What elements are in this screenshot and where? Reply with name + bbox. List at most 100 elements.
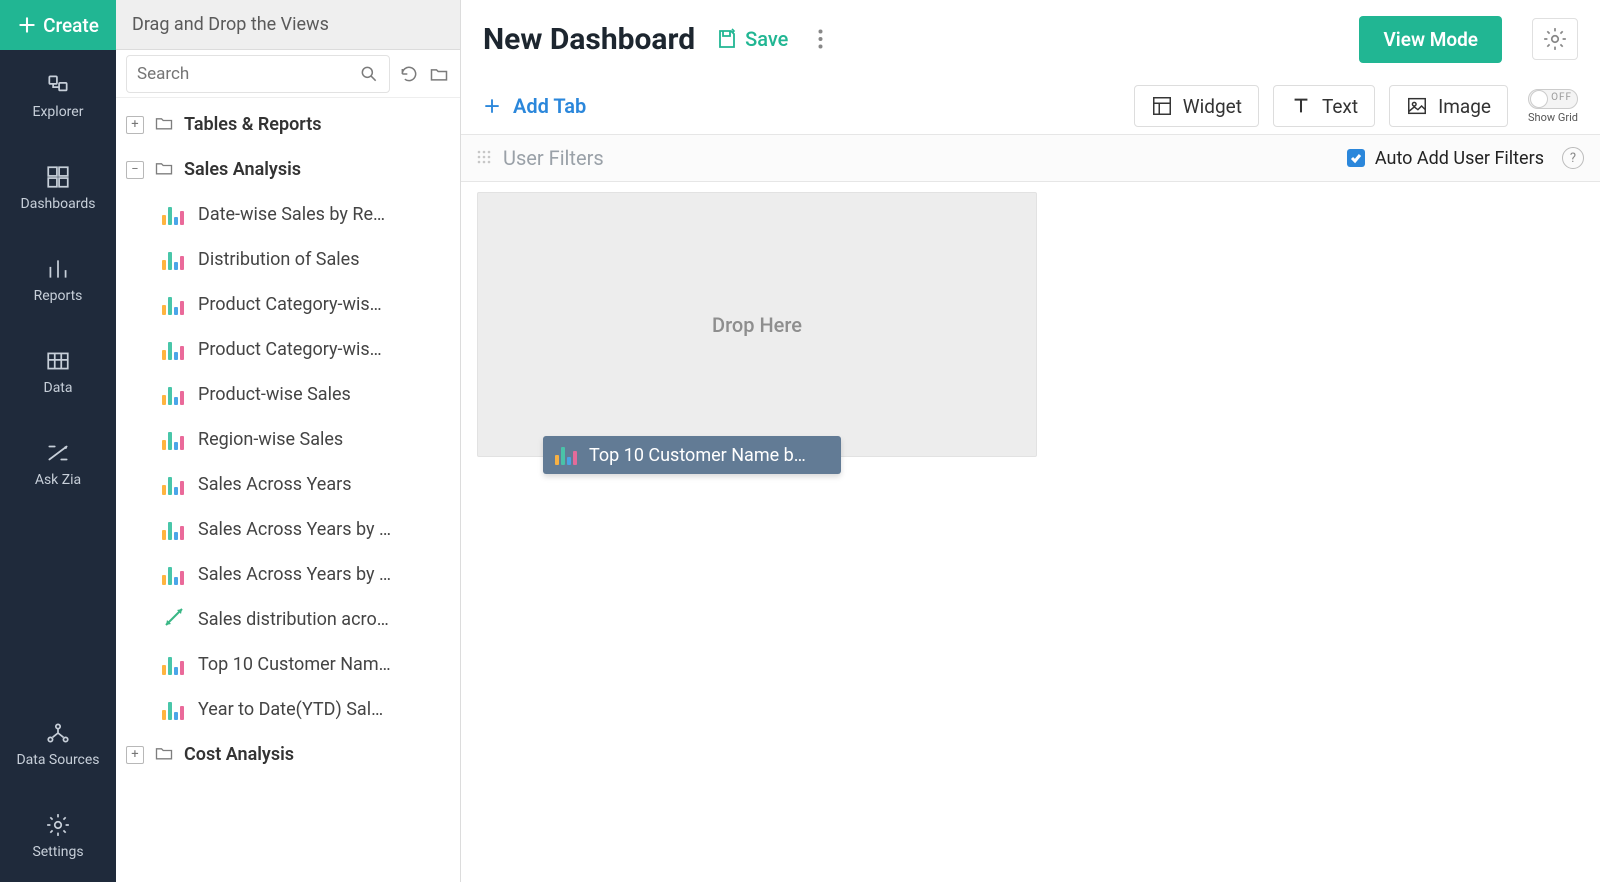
refresh-icon <box>399 64 419 84</box>
chart-icon <box>555 445 579 465</box>
scatter-icon <box>162 605 186 634</box>
tree-folder[interactable]: +Cost Analysis <box>116 732 460 777</box>
widget-label: Widget <box>1183 95 1242 118</box>
tree[interactable]: +Tables & Reports−Sales Analysis Date-wis… <box>116 98 460 882</box>
app-root: Create Explorer Dashboards Reports Data … <box>0 0 1600 882</box>
reports-icon <box>45 256 71 282</box>
search-input-wrap[interactable] <box>126 55 390 93</box>
tree-report-item[interactable]: Product-wise Sales <box>116 372 460 417</box>
explorer-icon <box>45 72 71 98</box>
nav-data[interactable]: Data <box>0 326 116 418</box>
main: New Dashboard Save View Mode Add Tab <box>461 0 1600 882</box>
toggle-knob <box>1530 90 1548 108</box>
nav-rail: Create Explorer Dashboards Reports Data … <box>0 0 116 882</box>
folder-icon <box>429 64 449 84</box>
report-item-label: Product Category-wis… <box>198 339 382 360</box>
plus-icon <box>17 15 37 35</box>
dashboards-icon <box>45 164 71 190</box>
auto-filters-checkbox[interactable] <box>1347 149 1365 167</box>
tree-report-item[interactable]: Region-wise Sales <box>116 417 460 462</box>
report-item-label: Sales Across Years <box>198 474 352 495</box>
help-icon[interactable]: ? <box>1562 147 1584 169</box>
drag-handle-icon[interactable] <box>477 149 491 168</box>
new-folder-button[interactable] <box>428 60 450 88</box>
show-grid-toggle[interactable]: OFF <box>1528 89 1578 109</box>
more-menu-button[interactable] <box>808 27 832 51</box>
tree-report-item[interactable]: Distribution of Sales <box>116 237 460 282</box>
folder-icon <box>154 158 174 182</box>
auto-filters-label: Auto Add User Filters <box>1375 148 1544 169</box>
tree-report-item[interactable]: Top 10 Customer Nam… <box>116 642 460 687</box>
image-icon <box>1406 95 1428 117</box>
tree-report-item[interactable]: Sales Across Years <box>116 462 460 507</box>
chart-icon <box>162 430 186 450</box>
tree-panel: Drag and Drop the Views +Tables & Report… <box>116 0 461 882</box>
text-icon <box>1290 95 1312 117</box>
collapse-icon[interactable]: − <box>126 161 144 179</box>
nav-settings[interactable]: Settings <box>0 790 116 882</box>
nav-data-label: Data <box>44 380 73 396</box>
check-icon <box>1350 152 1362 164</box>
main-controls: Add Tab Widget Text Image OFF Show Grid <box>461 78 1600 134</box>
dashboard-settings-button[interactable] <box>1532 18 1578 60</box>
plus-icon <box>483 97 501 115</box>
ask-zia-icon <box>45 440 71 466</box>
tree-report-item[interactable]: Year to Date(YTD) Sal… <box>116 687 460 732</box>
nav-dashboards[interactable]: Dashboards <box>0 142 116 234</box>
auto-add-user-filters[interactable]: Auto Add User Filters ? <box>1347 147 1584 169</box>
main-header: New Dashboard Save View Mode <box>461 0 1600 78</box>
text-label: Text <box>1322 95 1358 118</box>
tree-toolbar <box>116 50 460 98</box>
image-label: Image <box>1438 95 1491 118</box>
report-item-label: Sales Across Years by … <box>198 519 391 540</box>
expand-icon[interactable]: + <box>126 116 144 134</box>
dragging-chip[interactable]: Top 10 Customer Name b… <box>543 436 841 474</box>
chart-icon <box>162 295 186 315</box>
report-item-label: Product Category-wis… <box>198 294 382 315</box>
tree-report-item[interactable]: Product Category-wis… <box>116 282 460 327</box>
view-mode-button[interactable]: View Mode <box>1359 16 1502 63</box>
tree-header: Drag and Drop the Views <box>116 0 460 50</box>
nav-data-sources-label: Data Sources <box>16 752 99 768</box>
nav-ask-zia-label: Ask Zia <box>35 472 81 488</box>
add-image-button[interactable]: Image <box>1389 85 1508 127</box>
add-tab-button[interactable]: Add Tab <box>483 94 586 118</box>
add-widget-button[interactable]: Widget <box>1134 85 1259 127</box>
drop-zone[interactable]: Drop Here <box>477 192 1037 457</box>
tree-report-item[interactable]: Sales Across Years by … <box>116 552 460 597</box>
tree-header-text: Drag and Drop the Views <box>132 14 329 35</box>
tree-report-item[interactable]: Date-wise Sales by Re… <box>116 192 460 237</box>
refresh-button[interactable] <box>398 60 420 88</box>
create-label: Create <box>43 14 99 37</box>
nav-ask-zia[interactable]: Ask Zia <box>0 418 116 510</box>
more-icon <box>818 29 823 49</box>
folder-icon <box>154 113 174 137</box>
tree-report-item[interactable]: Sales Across Years by … <box>116 507 460 552</box>
nav-settings-label: Settings <box>32 844 83 860</box>
save-button[interactable]: Save <box>715 27 788 51</box>
tree-report-item[interactable]: Product Category-wis… <box>116 327 460 372</box>
drop-zone-label: Drop Here <box>712 313 802 337</box>
chart-icon <box>162 520 186 540</box>
nav-data-sources[interactable]: Data Sources <box>0 698 116 790</box>
report-item-label: Year to Date(YTD) Sal… <box>198 699 383 720</box>
tree-folder[interactable]: −Sales Analysis <box>116 147 460 192</box>
report-item-label: Sales distribution acro… <box>198 609 389 630</box>
chart-icon <box>162 475 186 495</box>
search-input[interactable] <box>137 64 359 84</box>
chart-icon <box>162 385 186 405</box>
report-item-label: Date-wise Sales by Re… <box>198 204 385 225</box>
chart-icon <box>162 205 186 225</box>
create-button[interactable]: Create <box>0 0 116 50</box>
dashboard-canvas[interactable]: Drop Here Top 10 Customer Name b… <box>461 182 1600 882</box>
search-icon <box>359 64 379 84</box>
folder-icon <box>154 743 174 767</box>
nav-reports-label: Reports <box>34 288 83 304</box>
expand-icon[interactable]: + <box>126 746 144 764</box>
nav-explorer[interactable]: Explorer <box>0 50 116 142</box>
tree-folder[interactable]: +Tables & Reports <box>116 102 460 147</box>
add-text-button[interactable]: Text <box>1273 85 1375 127</box>
tree-report-item[interactable]: Sales distribution acro… <box>116 597 460 642</box>
nav-reports[interactable]: Reports <box>0 234 116 326</box>
user-filters-bar: User Filters Auto Add User Filters ? <box>461 134 1600 182</box>
